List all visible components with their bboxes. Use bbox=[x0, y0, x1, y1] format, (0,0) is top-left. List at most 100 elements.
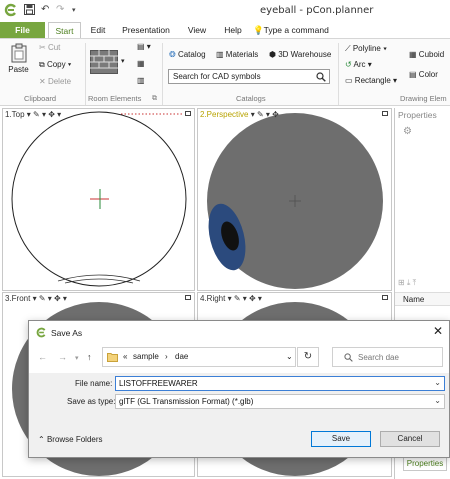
ribbon-separator bbox=[85, 43, 86, 105]
warehouse-button[interactable]: ⬢ 3D Warehouse bbox=[269, 50, 331, 59]
app-logo-icon bbox=[4, 3, 16, 17]
back-arrow-icon[interactable]: ← bbox=[38, 352, 47, 362]
viewport-top[interactable]: 1.Top ▾ ✎ ▾ ✥ ▾ bbox=[2, 108, 195, 291]
rectangle-button[interactable]: ▭ Rectangle ▾ bbox=[345, 76, 397, 85]
cancel-button[interactable]: Cancel bbox=[380, 431, 440, 447]
cad-search-text: Search for CAD symbols bbox=[173, 72, 261, 81]
polyline-button[interactable]: ⟋ Polyline ▾ bbox=[345, 44, 387, 54]
cuboid-icon: ▦ bbox=[409, 50, 417, 59]
catalog-icon: ❂ bbox=[169, 50, 176, 59]
dialog-launcher-icon[interactable]: ⧉ bbox=[152, 95, 157, 103]
window-element-icon[interactable]: ▦ bbox=[137, 59, 145, 68]
quick-access-menu-icon[interactable]: ▾ bbox=[72, 6, 76, 14]
delete-button[interactable]: ✕ Delete bbox=[39, 77, 71, 86]
door-icon[interactable]: ▤ ▾ bbox=[137, 42, 151, 51]
ribbon-separator bbox=[162, 43, 163, 105]
maximize-viewport-icon[interactable] bbox=[382, 295, 388, 300]
refresh-icon[interactable]: ↻ bbox=[297, 347, 319, 367]
save-as-dialog: Save As ✕ ← → ▾ ↑ « sample › dae ⌄ ↻ Sea… bbox=[28, 320, 450, 458]
tab-view[interactable]: View bbox=[182, 22, 212, 39]
tab-presentation[interactable]: Presentation bbox=[118, 22, 174, 39]
lightbulb-icon: 💡 bbox=[253, 25, 264, 35]
properties-tab[interactable]: Properties bbox=[403, 457, 447, 471]
top-view-drawing bbox=[11, 111, 187, 287]
up-arrow-icon[interactable]: ↑ bbox=[87, 352, 92, 362]
close-icon[interactable]: ✕ bbox=[433, 324, 443, 338]
wall-dropdown[interactable]: ▾ bbox=[121, 57, 125, 65]
tab-start[interactable]: Start bbox=[48, 22, 81, 39]
tab-file[interactable]: File bbox=[0, 22, 45, 39]
navigate-icon[interactable]: ✥ bbox=[54, 294, 61, 303]
maximize-viewport-icon[interactable] bbox=[185, 295, 191, 300]
wall-button[interactable] bbox=[90, 50, 118, 76]
title-bar: ↶ ↷ ▾ eyeball - pCon.planner bbox=[0, 0, 450, 20]
materials-button[interactable]: ▥ Materials bbox=[216, 50, 258, 59]
search-icon bbox=[344, 353, 353, 362]
brush-icon[interactable]: ✎ bbox=[39, 294, 46, 303]
app-logo-icon bbox=[36, 327, 46, 338]
maximize-viewport-icon[interactable] bbox=[382, 111, 388, 116]
folder-icon bbox=[107, 353, 118, 362]
navigate-icon[interactable]: ✥ bbox=[249, 294, 256, 303]
viewport-right-label: 4.Right bbox=[200, 294, 226, 303]
browse-folders-toggle[interactable]: ⌃ Browse Folders bbox=[38, 435, 103, 444]
catalogs-group-label: Catalogs bbox=[236, 94, 266, 103]
ribbon-separator bbox=[338, 43, 339, 105]
undo-icon[interactable]: ↶ bbox=[41, 4, 49, 15]
clipboard-icon bbox=[11, 43, 27, 63]
maximize-viewport-icon[interactable] bbox=[185, 111, 191, 116]
viewport-perspective[interactable]: 2.Perspective ▾ ✎ ▾ ✥ bbox=[197, 108, 392, 291]
viewport-front-label: 3.Front bbox=[5, 294, 31, 303]
chevron-down-icon[interactable]: ⌄ bbox=[434, 378, 441, 387]
breadcrumb-overflow[interactable]: « bbox=[123, 352, 127, 361]
address-bar[interactable]: « sample › dae ⌄ bbox=[102, 347, 296, 367]
breadcrumb-sample[interactable]: sample bbox=[133, 352, 159, 361]
warehouse-label: 3D Warehouse bbox=[278, 50, 332, 59]
paste-button[interactable]: Paste bbox=[8, 43, 30, 74]
search-icon[interactable] bbox=[316, 72, 326, 82]
copy-icon: ⧉ bbox=[39, 60, 45, 69]
save-type-select[interactable]: glTF (GL Transmission Format) (*.glb) ⌄ bbox=[115, 394, 445, 409]
brush-icon[interactable]: ✎ bbox=[257, 110, 264, 119]
save-button[interactable]: Save bbox=[311, 431, 371, 447]
arc-button[interactable]: ↺ Arc ▾ bbox=[345, 60, 372, 69]
tab-edit[interactable]: Edit bbox=[84, 22, 112, 39]
folder-search-input[interactable]: Search dae bbox=[332, 347, 443, 367]
browse-folders-label: Browse Folders bbox=[46, 435, 103, 444]
properties-toolbar[interactable]: ⊞ ⤓ ⤒ bbox=[398, 278, 416, 288]
save-type-value: glTF (GL Transmission Format) (*.glb) bbox=[119, 397, 254, 406]
viewport-front-header[interactable]: 3.Front ▾ ✎ ▾ ✥ ▾ bbox=[5, 294, 67, 303]
forward-arrow-icon[interactable]: → bbox=[58, 352, 67, 362]
copy-button[interactable]: ⧉ Copy ▾ bbox=[39, 60, 71, 70]
arc-icon: ↺ bbox=[345, 60, 352, 69]
properties-tool-icon[interactable]: ⚙ bbox=[403, 126, 412, 137]
file-name-label: File name: bbox=[75, 379, 113, 388]
cut-button[interactable]: ✂ Cut bbox=[39, 43, 60, 52]
cuboid-button[interactable]: ▦ Cuboid bbox=[409, 50, 444, 59]
command-input-label: Type a command bbox=[263, 25, 329, 35]
tab-help[interactable]: Help bbox=[218, 22, 248, 39]
redo-icon[interactable]: ↷ bbox=[56, 4, 64, 15]
viewport-perspective-header[interactable]: 2.Perspective ▾ ✎ ▾ ✥ bbox=[200, 110, 279, 119]
file-name-input[interactable]: LISTOFFREEWARER ⌄ bbox=[115, 376, 445, 391]
arc-label: Arc bbox=[353, 60, 366, 69]
breadcrumb-dae[interactable]: dae bbox=[175, 352, 188, 361]
navigate-icon[interactable]: ✥ bbox=[272, 110, 279, 119]
polyline-label: Polyline bbox=[352, 44, 381, 53]
color-button[interactable]: ▤ Color bbox=[409, 70, 438, 79]
viewport-right-header[interactable]: 4.Right ▾ ✎ ▾ ✥ ▾ bbox=[200, 294, 262, 303]
name-column-header[interactable]: Name bbox=[403, 295, 424, 304]
cuboid-label: Cuboid bbox=[418, 50, 445, 59]
chevron-down-icon[interactable]: ⌄ bbox=[434, 396, 441, 405]
materials-icon: ▥ bbox=[216, 50, 224, 59]
command-input[interactable]: 💡Type a command bbox=[253, 22, 333, 39]
catalog-button[interactable]: ❂ Catalog bbox=[169, 50, 206, 59]
stairs-icon[interactable]: ▥ bbox=[137, 76, 145, 85]
cad-search-field[interactable]: Search for CAD symbols bbox=[168, 69, 330, 84]
brush-icon[interactable]: ✎ bbox=[234, 294, 241, 303]
address-dropdown-icon[interactable]: ⌄ bbox=[286, 352, 293, 361]
color-icon: ▤ bbox=[409, 70, 417, 79]
recent-locations-icon[interactable]: ▾ bbox=[75, 354, 79, 362]
save-icon[interactable] bbox=[24, 4, 35, 18]
delete-icon: ✕ bbox=[39, 77, 46, 86]
